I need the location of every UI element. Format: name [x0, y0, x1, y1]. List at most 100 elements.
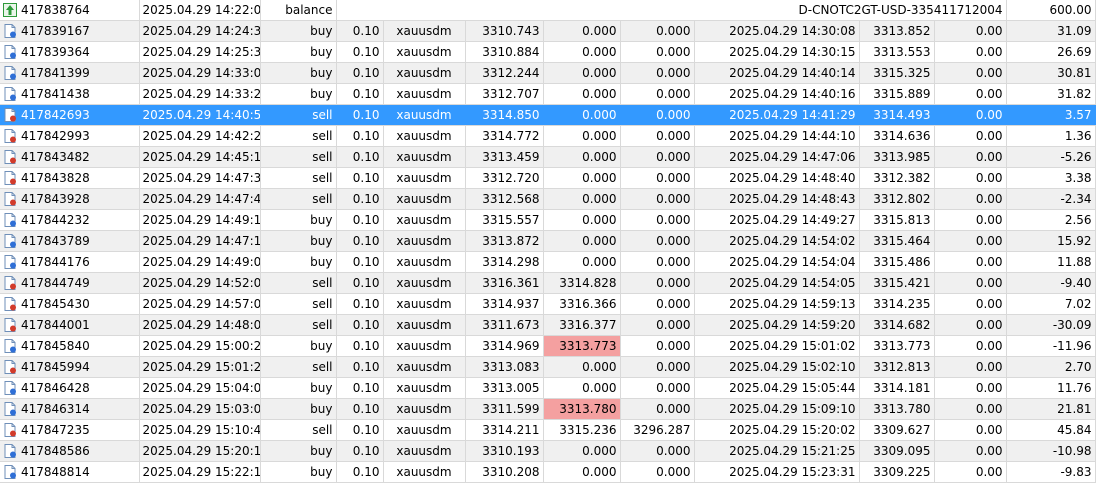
- buy-order-icon: [3, 402, 17, 416]
- table-row[interactable]: 417839364 2025.04.29 14:25:32 buy 0.10 xauus…: [0, 41, 1096, 63]
- price-cell: 3312.568: [465, 188, 544, 210]
- buy-order-icon: [3, 213, 17, 227]
- take-profit-cell: 0.000: [620, 104, 695, 126]
- size-cell: 0.10: [336, 83, 384, 105]
- ticket-cell: 417847235: [0, 419, 140, 441]
- open-time-cell: 2025.04.29 14:47:44: [139, 188, 261, 210]
- ticket-cell: 417842993: [0, 125, 140, 147]
- table-row[interactable]: 417846314 2025.04.29 15:03:06 buy 0.10 xauus…: [0, 398, 1096, 420]
- price-cell: 3310.208: [465, 461, 544, 483]
- table-row[interactable]: 417838764 2025.04.29 14:22:03 balance D-CNO…: [0, 0, 1096, 21]
- ticket-cell: 417844176: [0, 251, 140, 273]
- type-cell: buy: [260, 377, 337, 399]
- table-row[interactable]: 417845840 2025.04.29 15:00:29 buy 0.10 xauus…: [0, 335, 1096, 357]
- table-row[interactable]: 417843789 2025.04.29 14:47:16 buy 0.10 xauus…: [0, 230, 1096, 252]
- close-price-cell: 3314.636: [859, 125, 935, 147]
- take-profit-cell: 0.000: [620, 314, 695, 336]
- swap-cell: 0.00: [934, 41, 1007, 63]
- table-row[interactable]: 417844232 2025.04.29 14:49:19 buy 0.10 xauus…: [0, 209, 1096, 231]
- stop-loss-cell: 0.000: [543, 41, 621, 63]
- ticket-cell: 417845994: [0, 356, 140, 378]
- close-price-cell: 3309.095: [859, 440, 935, 462]
- stop-loss-cell: 0.000: [543, 104, 621, 126]
- table-row[interactable]: 417845994 2025.04.29 15:01:27 sell 0.10 xauu…: [0, 356, 1096, 378]
- stop-loss-hit-cell: 3313.780: [543, 398, 621, 420]
- size-cell: 0.10: [336, 293, 384, 315]
- close-time-cell: 2025.04.29 14:54:02: [694, 230, 860, 252]
- profit-cell: -11.96: [1006, 335, 1096, 357]
- symbol-cell: xauusdm: [383, 440, 466, 462]
- sell-order-icon: [3, 360, 17, 374]
- table-row[interactable]: 417847235 2025.04.29 15:10:42 sell 0.10 xauu…: [0, 419, 1096, 441]
- ticket-cell: 417839364: [0, 41, 140, 63]
- size-cell: 0.10: [336, 419, 384, 441]
- swap-cell: 0.00: [934, 251, 1007, 273]
- ticket-cell: 417843928: [0, 188, 140, 210]
- ticket-cell: 417846428: [0, 377, 140, 399]
- take-profit-cell: 0.000: [620, 377, 695, 399]
- symbol-cell: xauusdm: [383, 62, 466, 84]
- take-profit-cell: 0.000: [620, 272, 695, 294]
- stop-loss-cell: 0.000: [543, 440, 621, 462]
- sell-order-icon: [3, 318, 17, 332]
- price-cell: 3314.850: [465, 104, 544, 126]
- close-price-cell: 3309.225: [859, 461, 935, 483]
- ticket-cell: 417841399: [0, 62, 140, 84]
- table-row[interactable]: 417841438 2025.04.29 14:33:23 buy 0.10 xauus…: [0, 83, 1096, 105]
- table-row[interactable]: 417844176 2025.04.29 14:49:06 buy 0.10 xauus…: [0, 251, 1096, 273]
- close-price-cell: 3314.181: [859, 377, 935, 399]
- profit-cell: -9.83: [1006, 461, 1096, 483]
- type-cell: sell: [260, 419, 337, 441]
- table-row[interactable]: 417842693 2025.04.29 14:40:59 sell 0.10 xauu…: [0, 104, 1096, 126]
- profit-cell: 11.88: [1006, 251, 1096, 273]
- price-cell: 3312.244: [465, 62, 544, 84]
- stop-loss-cell: 0.000: [543, 377, 621, 399]
- profit-cell: 31.82: [1006, 83, 1096, 105]
- buy-order-icon: [3, 444, 17, 458]
- stop-loss-cell: 0.000: [543, 188, 621, 210]
- close-price-cell: 3315.464: [859, 230, 935, 252]
- profit-cell: 31.09: [1006, 20, 1096, 42]
- table-row[interactable]: 417845430 2025.04.29 14:57:01 sell 0.10 xauu…: [0, 293, 1096, 315]
- close-time-cell: 2025.04.29 14:47:06: [694, 146, 860, 168]
- swap-cell: 0.00: [934, 419, 1007, 441]
- table-row[interactable]: 417843482 2025.04.29 14:45:12 sell 0.10 xauu…: [0, 146, 1096, 168]
- ticket-number: 417843482: [21, 150, 90, 164]
- profit-cell: 3.57: [1006, 104, 1096, 126]
- table-row[interactable]: 417843928 2025.04.29 14:47:44 sell 0.10 xauu…: [0, 188, 1096, 210]
- type-cell: buy: [260, 440, 337, 462]
- table-row[interactable]: 417844749 2025.04.29 14:52:07 sell 0.10 xauu…: [0, 272, 1096, 294]
- profit-cell: 600.00: [1006, 0, 1096, 21]
- price-cell: 3310.884: [465, 41, 544, 63]
- profit-cell: -9.40: [1006, 272, 1096, 294]
- open-time-cell: 2025.04.29 14:25:32: [139, 41, 261, 63]
- take-profit-cell: 0.000: [620, 251, 695, 273]
- symbol-cell: xauusdm: [383, 272, 466, 294]
- type-cell: buy: [260, 335, 337, 357]
- table-row[interactable]: 417843828 2025.04.29 14:47:33 sell 0.10 xauu…: [0, 167, 1096, 189]
- swap-cell: 0.00: [934, 377, 1007, 399]
- table-row[interactable]: 417839167 2025.04.29 14:24:31 buy 0.10 xauus…: [0, 20, 1096, 42]
- history-rows: 417838764 2025.04.29 14:22:03 balance D-CNO…: [0, 0, 1096, 483]
- symbol-cell: xauusdm: [383, 356, 466, 378]
- table-row[interactable]: 417842993 2025.04.29 14:42:22 sell 0.10 xauu…: [0, 125, 1096, 147]
- type-cell: sell: [260, 125, 337, 147]
- profit-cell: -10.98: [1006, 440, 1096, 462]
- table-row[interactable]: 417846428 2025.04.29 15:04:01 buy 0.10 xauus…: [0, 377, 1096, 399]
- table-row[interactable]: 417848586 2025.04.29 15:20:14 buy 0.10 xauus…: [0, 440, 1096, 462]
- profit-cell: -30.09: [1006, 314, 1096, 336]
- stop-loss-cell: 3314.828: [543, 272, 621, 294]
- close-price-cell: 3313.985: [859, 146, 935, 168]
- size-cell: 0.10: [336, 251, 384, 273]
- close-price-cell: 3312.802: [859, 188, 935, 210]
- symbol-cell: xauusdm: [383, 251, 466, 273]
- open-time-cell: 2025.04.29 14:48:05: [139, 314, 261, 336]
- price-cell: 3312.707: [465, 83, 544, 105]
- size-cell: 0.10: [336, 20, 384, 42]
- table-row[interactable]: 417841399 2025.04.29 14:33:09 buy 0.10 xauus…: [0, 62, 1096, 84]
- table-row[interactable]: 417848814 2025.04.29 15:22:13 buy 0.10 xauus…: [0, 461, 1096, 483]
- symbol-cell: xauusdm: [383, 104, 466, 126]
- table-row[interactable]: 417844001 2025.04.29 14:48:05 sell 0.10 xauu…: [0, 314, 1096, 336]
- swap-cell: 0.00: [934, 209, 1007, 231]
- stop-loss-cell: 0.000: [543, 146, 621, 168]
